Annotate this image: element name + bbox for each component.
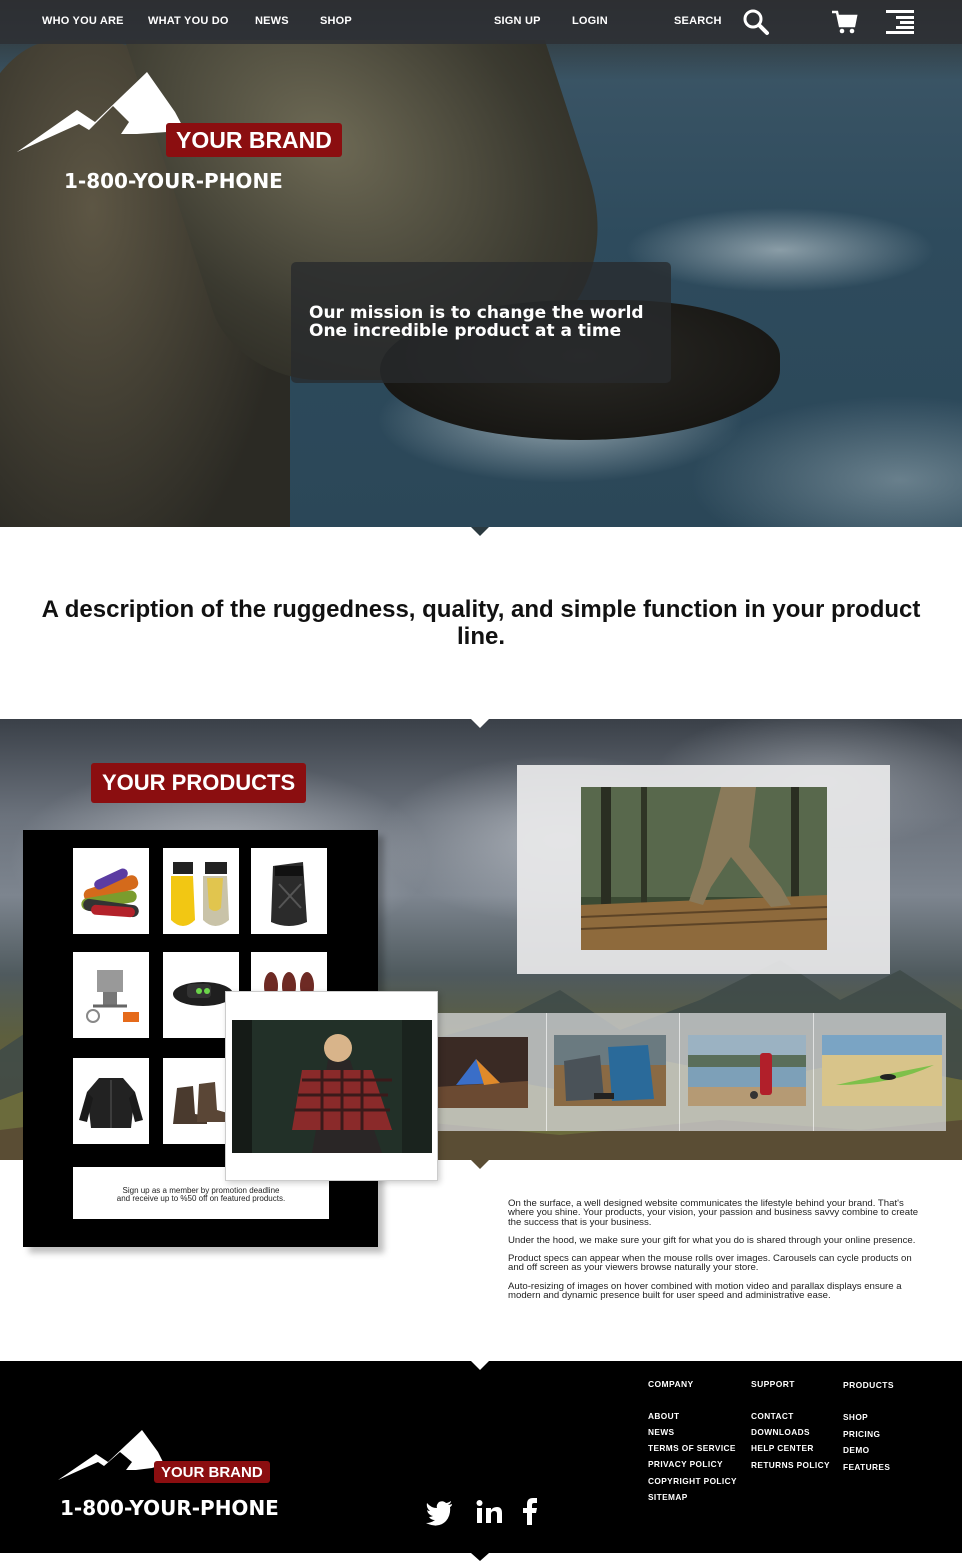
carousel-item-backpacks[interactable] <box>554 1035 666 1106</box>
mission-line-1: Our mission is to change the world <box>309 303 644 323</box>
nav-news[interactable]: NEWS <box>255 15 289 27</box>
backpack-icon <box>271 862 307 926</box>
footer-link-shop[interactable]: SHOP <box>843 1412 868 1422</box>
nav-who-you-are[interactable]: WHO YOU ARE <box>42 15 124 27</box>
nav-what-you-do[interactable]: WHAT YOU DO <box>148 15 229 27</box>
tent-icon <box>436 1037 528 1108</box>
facebook-icon[interactable] <box>522 1497 538 1527</box>
nav-search-label[interactable]: SEARCH <box>674 15 722 27</box>
promo-line-2: and receive up to %50 off on featured pr… <box>116 1194 286 1203</box>
carousel-item-kayak[interactable] <box>822 1035 942 1106</box>
your-products-badge[interactable]: YOUR PRODUCTS <box>91 763 307 803</box>
product-hover-popup[interactable] <box>225 991 438 1181</box>
nav-sign-up[interactable]: SIGN UP <box>494 15 541 27</box>
products-top-notch <box>471 719 489 728</box>
footer-link-features[interactable]: FEATURES <box>843 1462 890 1472</box>
footer-link-copyright[interactable]: COPYRIGHT POLICY <box>648 1476 737 1486</box>
flannel-photo <box>232 1020 432 1153</box>
linkedin-icon[interactable] <box>476 1497 503 1527</box>
footer-link-sitemap[interactable]: SITEMAP <box>648 1492 688 1502</box>
copy-paragraph-1: On the surface, a well designed website … <box>508 1198 919 1228</box>
camp-stove-icon <box>86 970 139 1023</box>
nav-login[interactable]: LOGIN <box>572 15 608 27</box>
brand-phone: 1-800-YOUR-PHONE <box>64 169 283 193</box>
footer-support-heading: SUPPORT <box>751 1379 795 1389</box>
nav-shop[interactable]: SHOP <box>320 15 352 27</box>
straps-icon <box>81 868 139 918</box>
carousel-divider <box>679 1013 680 1131</box>
footer-link-terms[interactable]: TERMS OF SERVICE <box>648 1443 736 1453</box>
products-bottom-notch <box>471 1160 489 1169</box>
copy-paragraph-4: Auto-resizing of images on hover combine… <box>508 1280 902 1302</box>
footer-link-demo[interactable]: DEMO <box>843 1445 870 1455</box>
carousel-item-tent[interactable] <box>436 1037 528 1108</box>
footer-link-returns[interactable]: RETURNS POLICY <box>751 1460 830 1470</box>
product-thumb-jacket[interactable] <box>73 1058 149 1144</box>
carousel-divider <box>813 1013 814 1131</box>
cart-icon[interactable] <box>830 8 858 36</box>
thermos-icon <box>688 1035 806 1106</box>
mission-box: Our mission is to change the world One i… <box>291 262 671 383</box>
carousel-divider <box>546 1013 547 1131</box>
footer-link-downloads[interactable]: DOWNLOADS <box>751 1427 810 1437</box>
copy-paragraph-3: Product specs can appear when the mouse … <box>508 1253 912 1274</box>
product-carousel[interactable] <box>432 1013 946 1131</box>
footer-link-help-center[interactable]: HELP CENTER <box>751 1443 814 1453</box>
product-thumb-dry-bags[interactable] <box>163 848 239 934</box>
footer-top-notch <box>471 1361 489 1370</box>
hero-notch <box>471 527 489 536</box>
carousel-item-thermos[interactable] <box>688 1035 806 1106</box>
product-thumb-backpack[interactable] <box>251 848 327 934</box>
featured-product-card[interactable] <box>517 765 890 974</box>
marketing-copy: On the surface, a well designed website … <box>508 1199 928 1309</box>
copy-paragraph-2: Under the hood, we make sure your gift f… <box>508 1234 916 1246</box>
footer-products-heading: PRODUCTS <box>843 1380 894 1390</box>
top-nav: WHO YOU ARE WHAT YOU DO NEWS SHOP SIGN U… <box>0 0 962 44</box>
footer-phone: 1-800-YOUR-PHONE <box>60 1496 279 1520</box>
kayak-icon <box>822 1035 942 1106</box>
dry-bags-icon <box>171 862 229 926</box>
product-thumb-straps[interactable] <box>73 848 149 934</box>
product-thumb-camp-stove[interactable] <box>73 952 149 1038</box>
footer-bottom-notch <box>471 1553 489 1561</box>
footer-link-privacy[interactable]: PRIVACY POLICY <box>648 1459 723 1469</box>
jacket-icon <box>79 1078 143 1128</box>
mission-line-2: One incredible product at a time <box>309 321 622 341</box>
featured-hiker-photo <box>581 787 827 950</box>
backpacks-icon <box>554 1035 666 1106</box>
search-icon[interactable] <box>742 8 770 36</box>
menu-icon[interactable] <box>886 8 914 36</box>
footer-link-about[interactable]: ABOUT <box>648 1411 680 1421</box>
footer-link-contact[interactable]: CONTACT <box>751 1411 794 1421</box>
footer-link-pricing[interactable]: PRICING <box>843 1429 880 1439</box>
footer-brand-badge[interactable]: YOUR BRAND <box>154 1461 270 1483</box>
brand-name-badge[interactable]: YOUR BRAND <box>166 123 342 157</box>
footer-link-news[interactable]: NEWS <box>648 1427 675 1437</box>
footer-company-heading: COMPANY <box>648 1379 694 1389</box>
twitter-icon[interactable] <box>426 1497 454 1527</box>
product-line-description: A description of the ruggedness, quality… <box>41 596 921 650</box>
